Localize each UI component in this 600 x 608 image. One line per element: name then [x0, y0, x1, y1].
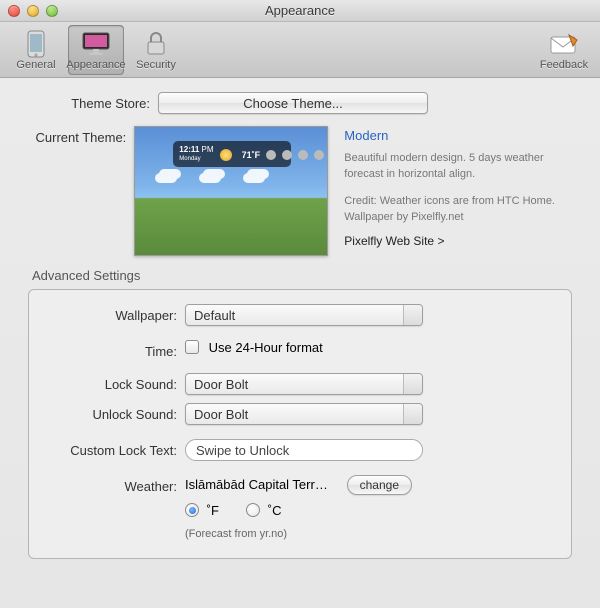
use-24h-checkbox[interactable]: [185, 340, 199, 354]
sun-icon: [220, 149, 232, 161]
tab-label: Feedback: [540, 59, 588, 71]
select-value: Door Bolt: [194, 377, 248, 392]
theme-wallpaper-credit: Wallpaper by Pixelfly.net: [344, 209, 572, 226]
phone-icon: [20, 29, 52, 59]
theme-website-link[interactable]: Pixelfly Web Site >: [344, 232, 572, 250]
advanced-settings-group: Wallpaper: Default ▲▼ Time: Use 24-Hour …: [28, 289, 572, 559]
theme-credit: Credit: Weather icons are from HTC Home.: [344, 193, 572, 210]
change-location-button[interactable]: change: [347, 475, 412, 495]
theme-store-label: Theme Store:: [28, 92, 158, 111]
select-value: Door Bolt: [194, 407, 248, 422]
tab-feedback[interactable]: Feedback: [536, 25, 592, 75]
tab-label: Security: [136, 59, 176, 71]
chevron-updown-icon: ▲▼: [409, 407, 417, 423]
unit-f-label: ˚F: [207, 503, 219, 518]
choose-theme-button[interactable]: Choose Theme...: [158, 92, 428, 114]
tab-security[interactable]: Security: [128, 25, 184, 75]
time-label: Time:: [39, 340, 185, 359]
current-theme-label: Current Theme:: [28, 126, 134, 145]
select-value: Default: [194, 308, 235, 323]
toolbar: General Appearance Security Feedback: [0, 22, 600, 78]
lock-sound-select[interactable]: Door Bolt ▲▼: [185, 373, 423, 395]
theme-name: Modern: [344, 126, 572, 146]
unit-c-label: ˚C: [268, 503, 282, 518]
tab-general[interactable]: General: [8, 25, 64, 75]
unlock-sound-select[interactable]: Door Bolt ▲▼: [185, 403, 423, 425]
forecast-note: (Forecast from yr.no): [185, 528, 412, 540]
weather-label: Weather:: [39, 475, 185, 494]
custom-lock-input[interactable]: [185, 439, 423, 461]
theme-thumbnail: 12:11 PMMonday 71˚F: [134, 126, 328, 256]
lock-icon: [140, 29, 172, 59]
tab-appearance[interactable]: Appearance: [68, 25, 124, 75]
weather-location: Islāmābād Capital Terr…: [185, 477, 343, 492]
unlock-sound-label: Unlock Sound:: [39, 403, 185, 422]
tab-label: General: [16, 59, 55, 71]
wallpaper-select[interactable]: Default ▲▼: [185, 304, 423, 326]
theme-description: Beautiful modern design. 5 days weather …: [344, 150, 572, 183]
monitor-icon: [80, 29, 112, 59]
window-title: Appearance: [0, 3, 600, 18]
advanced-settings-title: Advanced Settings: [32, 268, 572, 283]
titlebar: Appearance: [0, 0, 600, 22]
unit-f-radio[interactable]: [185, 503, 199, 517]
chevron-updown-icon: ▲▼: [409, 377, 417, 393]
wallpaper-label: Wallpaper:: [39, 304, 185, 323]
envelope-icon: [548, 29, 580, 59]
tab-label: Appearance: [66, 59, 125, 71]
unit-c-radio[interactable]: [246, 503, 260, 517]
lock-sound-label: Lock Sound:: [39, 373, 185, 392]
custom-lock-label: Custom Lock Text:: [39, 439, 185, 458]
chevron-updown-icon: ▲▼: [409, 308, 417, 324]
use-24h-label: Use 24-Hour format: [209, 340, 323, 355]
